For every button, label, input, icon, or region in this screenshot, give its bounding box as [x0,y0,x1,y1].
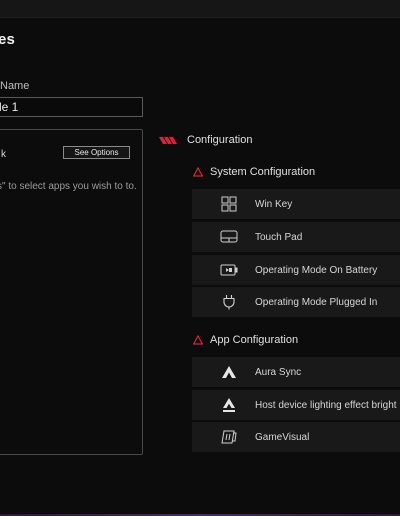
win-key-icon [220,195,238,213]
panel-description: s" to select apps you wish to to. [0,181,137,192]
config-row-win-key[interactable]: Win Key [192,189,400,219]
app-configuration-header[interactable]: App Configuration [193,334,298,346]
host-lighting-label: Host device lighting effect bright [255,399,397,411]
profile-name-label: Name [0,80,30,92]
config-row-gamevisual[interactable]: GameVisual [192,422,400,452]
plug-icon [220,293,238,311]
title-bar [0,0,400,18]
gamevisual-icon [220,428,238,446]
configuration-header: Configuration [158,134,252,146]
panel-heading: k [1,149,6,160]
warning-triangle-icon [193,167,203,177]
config-row-operating-mode-battery[interactable]: Operating Mode On Battery [192,255,400,285]
config-row-operating-mode-plugged[interactable]: Operating Mode Plugged In [192,287,400,317]
see-options-button[interactable]: See Options [63,146,130,159]
config-row-touch-pad[interactable]: Touch Pad [192,222,400,252]
rog-stripes-icon [159,137,177,144]
aura-bright-icon [220,396,238,414]
warning-triangle-icon [193,335,203,345]
touchpad-icon [220,228,238,246]
touch-pad-label: Touch Pad [255,231,303,243]
operating-mode-plugged-label: Operating Mode Plugged In [255,296,378,308]
profile-name-input[interactable] [0,97,143,117]
system-configuration-header[interactable]: System Configuration [193,166,315,178]
win-key-label: Win Key [255,198,293,210]
config-row-host-lighting[interactable]: Host device lighting effect bright [192,390,400,420]
configuration-title: Configuration [187,134,253,146]
aura-sync-icon [220,363,238,381]
page-title: es [0,31,16,48]
config-row-aura-sync[interactable]: Aura Sync [192,357,400,387]
app-configuration-title: App Configuration [210,334,299,346]
battery-icon [220,261,238,279]
operating-mode-battery-label: Operating Mode On Battery [255,264,378,276]
aura-sync-label: Aura Sync [255,366,302,378]
system-configuration-title: System Configuration [210,166,316,178]
app-link-panel: k See Options s" to select apps you wish… [0,129,143,455]
gamevisual-label: GameVisual [255,431,310,443]
